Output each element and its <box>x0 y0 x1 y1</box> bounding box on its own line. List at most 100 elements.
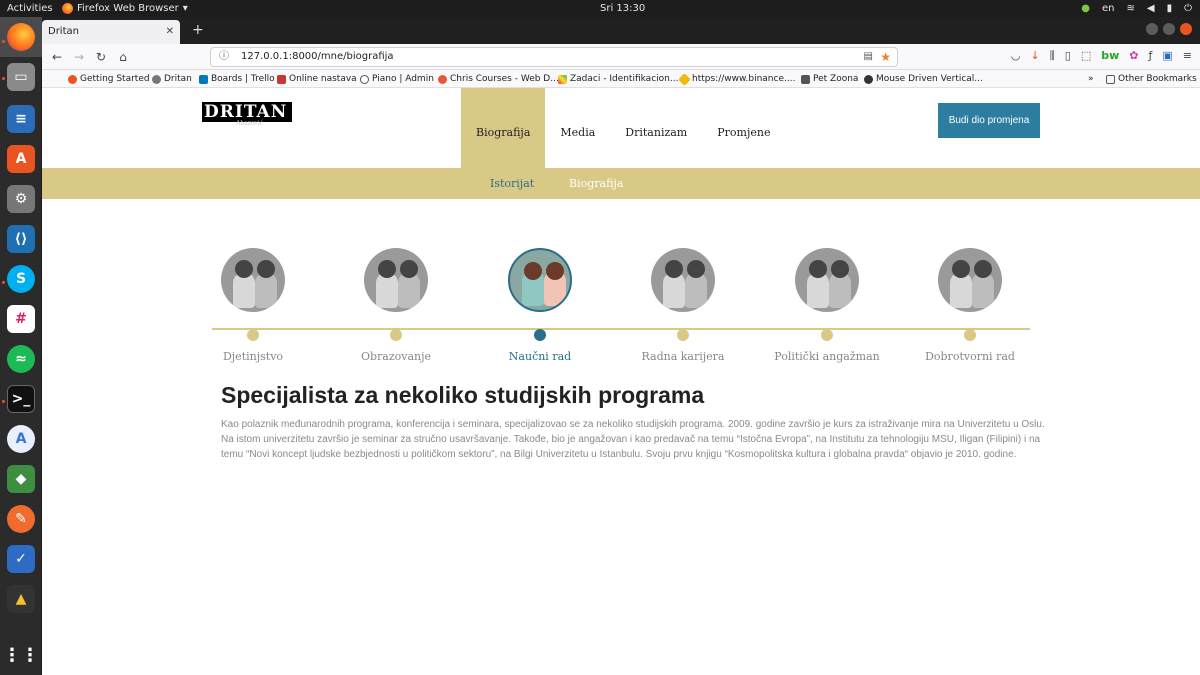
logo-subtext: Abazović <box>236 120 264 127</box>
pocket-icon[interactable]: ◡ <box>1011 49 1021 63</box>
clock[interactable]: Sri 13:30 <box>600 0 645 17</box>
skype-icon[interactable]: S <box>7 265 35 293</box>
url-bar[interactable]: ⓘ 127.0.0.1:8000/mne/biografija ▤ ★ <box>210 47 898 67</box>
sidebar-icon[interactable]: ▯ <box>1065 49 1071 63</box>
bookmark-item[interactable]: Dritan <box>152 70 192 88</box>
timeline-item-active[interactable]: Naučni rad <box>485 248 595 363</box>
reload-icon[interactable]: ↻ <box>92 48 110 66</box>
section-title: Specijalista za nekoliko studijskih prog… <box>221 382 705 408</box>
timeline-photo <box>364 248 428 312</box>
activities-button[interactable]: Activities <box>7 0 53 17</box>
running-indicator <box>2 400 5 403</box>
tasks-icon[interactable]: ✓ <box>7 545 35 573</box>
bookmark-item[interactable]: Mouse Driven Vertical... <box>864 70 983 88</box>
cta-button[interactable]: Budi dio promjena <box>938 103 1040 138</box>
navigation-toolbar: ← → ↻ ⌂ ⓘ 127.0.0.1:8000/mne/biografija … <box>42 44 1200 70</box>
timeline-item[interactable]: Radna karijera <box>628 248 738 363</box>
maximize-icon[interactable] <box>1163 23 1175 35</box>
bookmark-item[interactable]: Pet Zoona <box>801 70 858 88</box>
timeline-label: Dobrotvorni rad <box>925 350 1015 363</box>
timeline-item[interactable]: Djetinjstvo <box>198 248 308 363</box>
firefox-icon[interactable] <box>7 23 35 51</box>
bookmark-item[interactable]: Getting Started <box>68 70 150 88</box>
color-picker-icon[interactable]: ✿ <box>1129 49 1138 63</box>
app-grid-icon[interactable]: ⋮⋮ <box>3 641 39 669</box>
timeline-dot <box>390 329 402 341</box>
screenshot-icon[interactable]: ⬚ <box>1081 49 1091 63</box>
timeline-label: Obrazovanje <box>360 350 432 363</box>
spotify-icon[interactable]: ≈ <box>7 345 35 373</box>
timeline-photo <box>651 248 715 312</box>
back-icon[interactable]: ← <box>48 48 66 66</box>
system-tray[interactable]: ● en ≋ ◀ ▮ ⏻ <box>1081 0 1192 17</box>
timeline-item[interactable]: Dobrotvorni rad <box>915 248 1025 363</box>
bookmark-star-icon[interactable]: ★ <box>880 48 891 66</box>
virtualbox-icon[interactable]: ◆ <box>7 465 35 493</box>
extension-bw-icon[interactable]: bw <box>1101 49 1119 63</box>
more-bookmarks-icon[interactable]: » <box>1088 70 1094 88</box>
reader-view-icon[interactable]: ▤ <box>864 48 873 66</box>
tab-bar: Dritan ✕ + <box>42 17 1200 44</box>
timeline-item[interactable]: Obrazovanje <box>341 248 451 363</box>
new-tab-icon[interactable]: + <box>192 22 204 38</box>
bookmark-item[interactable]: Online nastava <box>277 70 357 88</box>
file-manager-icon[interactable]: ▭ <box>7 63 35 91</box>
bookmark-item[interactable]: Chris Courses - Web D... <box>438 70 559 88</box>
nav-dritanizam[interactable]: Dritanizam <box>610 88 702 168</box>
timeline-line <box>212 328 1030 330</box>
ardour-icon[interactable]: ▲ <box>7 585 35 613</box>
browser-tab[interactable]: Dritan ✕ <box>42 20 180 44</box>
slack-icon[interactable]: # <box>7 305 35 333</box>
minimize-icon[interactable] <box>1146 23 1158 35</box>
subnav-biografija[interactable]: Biografija <box>569 168 623 199</box>
forward-icon[interactable]: → <box>70 48 88 66</box>
battery-icon[interactable]: ▮ <box>1167 0 1173 17</box>
software-center-icon[interactable]: A <box>7 145 35 173</box>
timeline-dot <box>964 329 976 341</box>
site-logo[interactable]: DRITAN Abazović <box>202 102 292 127</box>
nav-biografija[interactable]: Biografija <box>461 88 546 168</box>
subnav-istorijat[interactable]: Istorijat <box>490 168 534 199</box>
close-tab-icon[interactable]: ✕ <box>166 20 174 44</box>
library-icon[interactable]: ⫼ <box>1050 49 1055 63</box>
extension-icon[interactable]: ▣ <box>1162 49 1172 63</box>
close-window-icon[interactable] <box>1180 23 1192 35</box>
timeline-dot <box>247 329 259 341</box>
volume-icon[interactable]: ◀ <box>1147 0 1155 17</box>
terminal-icon[interactable]: >_ <box>7 385 35 413</box>
nav-promjene[interactable]: Promjene <box>702 88 785 168</box>
tab-title: Dritan <box>48 26 79 37</box>
timeline-item[interactable]: Politički angažman <box>772 248 882 363</box>
postman-icon[interactable]: ✎ <box>7 505 35 533</box>
window-controls <box>1146 23 1192 35</box>
language-indicator[interactable]: en <box>1102 0 1115 17</box>
toolbar-icons: ◡ ↓ ⫼ ▯ ⬚ bw ✿ ƒ ▣ ≡ <box>1011 49 1192 63</box>
nav-media[interactable]: Media <box>545 88 610 168</box>
bookmark-folder[interactable]: Other Bookmarks <box>1106 70 1197 88</box>
timeline-photo <box>938 248 1002 312</box>
vscode-icon[interactable]: ⟨⟩ <box>7 225 35 253</box>
wifi-icon[interactable]: ≋ <box>1126 0 1134 17</box>
bookmark-item[interactable]: Piano | Admin <box>360 70 434 88</box>
settings-icon[interactable]: ⚙ <box>7 185 35 213</box>
timeline-photo <box>508 248 572 312</box>
bookmark-item[interactable]: Boards | Trello <box>199 70 275 88</box>
android-studio-icon[interactable]: A <box>7 425 35 453</box>
timeline-label: Politički angažman <box>774 350 880 363</box>
timeline-dot <box>821 329 833 341</box>
status-check-icon[interactable]: ● <box>1081 0 1090 17</box>
writer-icon[interactable]: ≡ <box>7 105 35 133</box>
bookmarks-bar: Getting Started Dritan Boards | Trello O… <box>42 70 1200 88</box>
running-indicator <box>2 40 5 43</box>
timeline-photo <box>795 248 859 312</box>
bookmark-item[interactable]: https://www.binance.... <box>678 70 795 88</box>
power-icon[interactable]: ⏻ <box>1184 0 1192 17</box>
bookmark-item[interactable]: Zadaci - Identifikacion... <box>558 70 678 88</box>
running-indicator <box>2 281 5 284</box>
home-icon[interactable]: ⌂ <box>114 48 132 66</box>
formula-icon[interactable]: ƒ <box>1149 49 1153 63</box>
downloads-icon[interactable]: ↓ <box>1030 49 1039 63</box>
site-info-icon[interactable]: ⓘ <box>219 48 229 66</box>
app-menu[interactable]: Firefox Web Browser ▾ <box>62 0 188 17</box>
menu-icon[interactable]: ≡ <box>1183 49 1192 63</box>
